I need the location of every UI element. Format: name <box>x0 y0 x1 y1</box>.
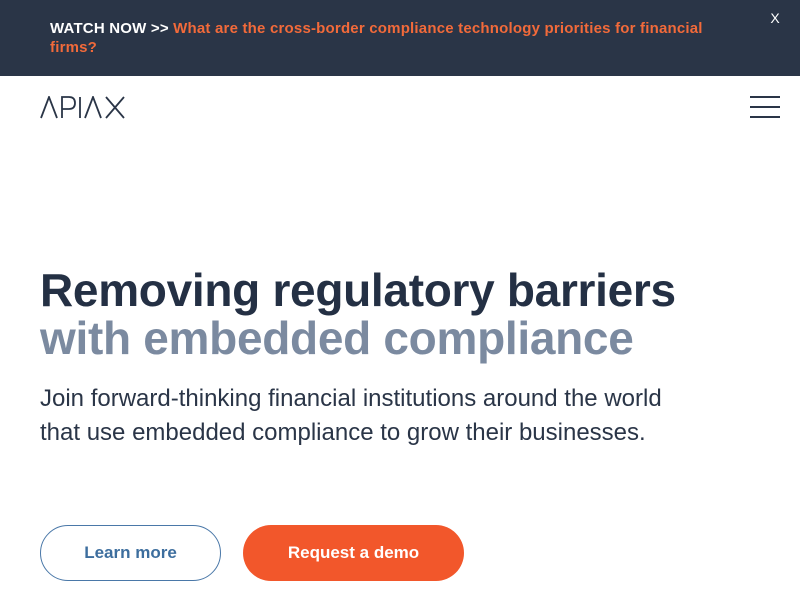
logo-mark <box>40 94 125 119</box>
menu-bar-middle <box>750 106 780 108</box>
menu-bar-bottom <box>750 116 780 118</box>
apiax-logo[interactable] <box>40 94 126 119</box>
hero-title-line1: Removing regulatory barriers <box>40 264 676 316</box>
hamburger-menu-icon[interactable] <box>750 96 780 118</box>
announcement-banner: WATCH NOW >> What are the cross-border c… <box>0 0 800 76</box>
learn-more-button[interactable]: Learn more <box>40 525 221 581</box>
hero-title-line2: with embedded compliance <box>40 312 634 364</box>
hero-subtitle: Join forward-thinking financial institut… <box>40 385 662 446</box>
menu-bar-top <box>750 96 780 98</box>
banner-text: WATCH NOW >> What are the cross-border c… <box>50 19 750 57</box>
banner-prefix: WATCH NOW >> <box>50 20 169 37</box>
request-demo-button[interactable]: Request a demo <box>243 525 464 581</box>
banner-close-button[interactable]: X <box>768 10 782 26</box>
